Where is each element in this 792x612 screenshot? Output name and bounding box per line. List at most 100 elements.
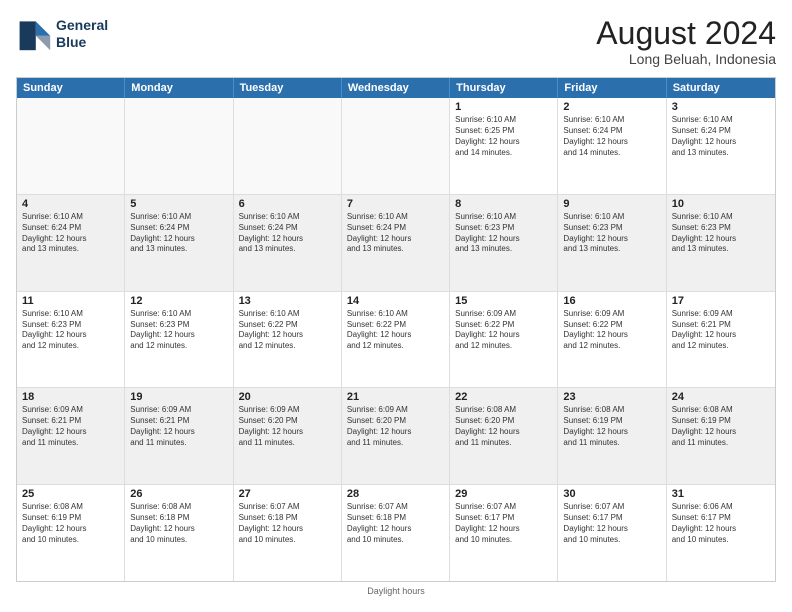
- day-number: 5: [130, 198, 227, 210]
- calendar-day-header: Monday: [125, 78, 233, 98]
- day-number: 20: [239, 391, 336, 403]
- day-number: 3: [672, 101, 770, 113]
- title-block: August 2024 Long Beluah, Indonesia: [596, 16, 776, 67]
- day-number: 22: [455, 391, 552, 403]
- calendar-week-row: 11Sunrise: 6:10 AM Sunset: 6:23 PM Dayli…: [17, 292, 775, 389]
- calendar-cell: 6 Sunrise: 6:10 AM Sunset: 6:24 PM Daylig…: [234, 195, 342, 291]
- day-number: 13: [239, 295, 336, 307]
- calendar-cell: 20 Sunrise: 6:09 AM Sunset: 6:20 PM Dayli…: [234, 388, 342, 484]
- calendar-cell: 14 Sunrise: 6:10 AM Sunset: 6:22 PM Dayli…: [342, 292, 450, 388]
- calendar-week-row: 4 Sunrise: 6:10 AM Sunset: 6:24 PM Daylig…: [17, 195, 775, 292]
- calendar-cell: 16 Sunrise: 6:09 AM Sunset: 6:22 PM Dayli…: [558, 292, 666, 388]
- calendar-day-header: Sunday: [17, 78, 125, 98]
- day-content: Sunrise: 6:10 AM Sunset: 6:24 PM Dayligh…: [563, 115, 660, 158]
- day-number: 16: [563, 295, 660, 307]
- day-number: 7: [347, 198, 444, 210]
- calendar-week-row: 1Sunrise: 6:10 AM Sunset: 6:25 PM Daylig…: [17, 98, 775, 195]
- day-number: 12: [130, 295, 227, 307]
- calendar-day-header: Friday: [558, 78, 666, 98]
- day-content: Sunrise: 6:08 AM Sunset: 6:19 PM Dayligh…: [22, 502, 119, 545]
- day-content: Sunrise: 6:08 AM Sunset: 6:18 PM Dayligh…: [130, 502, 227, 545]
- day-number: 19: [130, 391, 227, 403]
- day-content: Sunrise: 6:10 AM Sunset: 6:24 PM Dayligh…: [672, 115, 770, 158]
- day-number: 8: [455, 198, 552, 210]
- calendar-cell: 1Sunrise: 6:10 AM Sunset: 6:25 PM Daylig…: [450, 98, 558, 194]
- calendar-cell: [17, 98, 125, 194]
- calendar-day-header: Wednesday: [342, 78, 450, 98]
- day-content: Sunrise: 6:08 AM Sunset: 6:19 PM Dayligh…: [563, 405, 660, 448]
- day-content: Sunrise: 6:10 AM Sunset: 6:22 PM Dayligh…: [347, 309, 444, 352]
- calendar-cell: 27 Sunrise: 6:07 AM Sunset: 6:18 PM Dayli…: [234, 485, 342, 581]
- calendar-cell: 28Sunrise: 6:07 AM Sunset: 6:18 PM Dayli…: [342, 485, 450, 581]
- day-number: 29: [455, 488, 552, 500]
- day-content: Sunrise: 6:10 AM Sunset: 6:23 PM Dayligh…: [130, 309, 227, 352]
- day-number: 23: [563, 391, 660, 403]
- day-number: 10: [672, 198, 770, 210]
- main-title: August 2024: [596, 16, 776, 51]
- day-number: 26: [130, 488, 227, 500]
- calendar-cell: 21 Sunrise: 6:09 AM Sunset: 6:20 PM Dayli…: [342, 388, 450, 484]
- calendar: SundayMondayTuesdayWednesdayThursdayFrid…: [16, 77, 776, 582]
- calendar-cell: 26 Sunrise: 6:08 AM Sunset: 6:18 PM Dayli…: [125, 485, 233, 581]
- calendar-cell: 29 Sunrise: 6:07 AM Sunset: 6:17 PM Dayli…: [450, 485, 558, 581]
- day-content: Sunrise: 6:10 AM Sunset: 6:24 PM Dayligh…: [130, 212, 227, 255]
- day-content: Sunrise: 6:10 AM Sunset: 6:23 PM Dayligh…: [22, 309, 119, 352]
- calendar-cell: 22 Sunrise: 6:08 AM Sunset: 6:20 PM Dayli…: [450, 388, 558, 484]
- calendar-cell: 23 Sunrise: 6:08 AM Sunset: 6:19 PM Dayli…: [558, 388, 666, 484]
- page-header: General Blue August 2024 Long Beluah, In…: [16, 16, 776, 67]
- day-content: Sunrise: 6:10 AM Sunset: 6:24 PM Dayligh…: [22, 212, 119, 255]
- calendar-cell: 19 Sunrise: 6:09 AM Sunset: 6:21 PM Dayli…: [125, 388, 233, 484]
- day-number: 14: [347, 295, 444, 307]
- subtitle: Long Beluah, Indonesia: [596, 51, 776, 67]
- footer-note: Daylight hours: [16, 586, 776, 596]
- calendar-header: SundayMondayTuesdayWednesdayThursdayFrid…: [17, 78, 775, 98]
- calendar-day-header: Thursday: [450, 78, 558, 98]
- day-number: 24: [672, 391, 770, 403]
- day-content: Sunrise: 6:09 AM Sunset: 6:22 PM Dayligh…: [563, 309, 660, 352]
- calendar-cell: 12 Sunrise: 6:10 AM Sunset: 6:23 PM Dayli…: [125, 292, 233, 388]
- calendar-cell: 5 Sunrise: 6:10 AM Sunset: 6:24 PM Daylig…: [125, 195, 233, 291]
- day-number: 21: [347, 391, 444, 403]
- calendar-cell: 24 Sunrise: 6:08 AM Sunset: 6:19 PM Dayli…: [667, 388, 775, 484]
- logo-icon: [16, 16, 52, 52]
- day-number: 1: [455, 101, 552, 113]
- calendar-cell: 7Sunrise: 6:10 AM Sunset: 6:24 PM Daylig…: [342, 195, 450, 291]
- day-content: Sunrise: 6:09 AM Sunset: 6:20 PM Dayligh…: [239, 405, 336, 448]
- day-content: Sunrise: 6:10 AM Sunset: 6:24 PM Dayligh…: [239, 212, 336, 255]
- day-content: Sunrise: 6:07 AM Sunset: 6:17 PM Dayligh…: [563, 502, 660, 545]
- day-number: 18: [22, 391, 119, 403]
- day-number: 28: [347, 488, 444, 500]
- day-content: Sunrise: 6:09 AM Sunset: 6:22 PM Dayligh…: [455, 309, 552, 352]
- calendar-cell: 9Sunrise: 6:10 AM Sunset: 6:23 PM Daylig…: [558, 195, 666, 291]
- day-number: 2: [563, 101, 660, 113]
- logo-text: General Blue: [56, 17, 108, 51]
- day-content: Sunrise: 6:10 AM Sunset: 6:23 PM Dayligh…: [672, 212, 770, 255]
- day-content: Sunrise: 6:09 AM Sunset: 6:20 PM Dayligh…: [347, 405, 444, 448]
- day-number: 30: [563, 488, 660, 500]
- day-content: Sunrise: 6:08 AM Sunset: 6:20 PM Dayligh…: [455, 405, 552, 448]
- day-number: 15: [455, 295, 552, 307]
- calendar-cell: 10 Sunrise: 6:10 AM Sunset: 6:23 PM Dayli…: [667, 195, 775, 291]
- calendar-cell: 2 Sunrise: 6:10 AM Sunset: 6:24 PM Daylig…: [558, 98, 666, 194]
- day-content: Sunrise: 6:06 AM Sunset: 6:17 PM Dayligh…: [672, 502, 770, 545]
- calendar-cell: [342, 98, 450, 194]
- calendar-cell: 15 Sunrise: 6:09 AM Sunset: 6:22 PM Dayli…: [450, 292, 558, 388]
- calendar-cell: 17Sunrise: 6:09 AM Sunset: 6:21 PM Dayli…: [667, 292, 775, 388]
- day-content: Sunrise: 6:09 AM Sunset: 6:21 PM Dayligh…: [130, 405, 227, 448]
- calendar-day-header: Saturday: [667, 78, 775, 98]
- day-number: 4: [22, 198, 119, 210]
- day-content: Sunrise: 6:10 AM Sunset: 6:22 PM Dayligh…: [239, 309, 336, 352]
- day-content: Sunrise: 6:10 AM Sunset: 6:23 PM Dayligh…: [563, 212, 660, 255]
- calendar-cell: 11Sunrise: 6:10 AM Sunset: 6:23 PM Dayli…: [17, 292, 125, 388]
- day-number: 6: [239, 198, 336, 210]
- calendar-week-row: 18 Sunrise: 6:09 AM Sunset: 6:21 PM Dayli…: [17, 388, 775, 485]
- day-content: Sunrise: 6:07 AM Sunset: 6:17 PM Dayligh…: [455, 502, 552, 545]
- logo: General Blue: [16, 16, 108, 52]
- calendar-cell: 3 Sunrise: 6:10 AM Sunset: 6:24 PM Daylig…: [667, 98, 775, 194]
- calendar-cell: 30 Sunrise: 6:07 AM Sunset: 6:17 PM Dayli…: [558, 485, 666, 581]
- calendar-cell: 4 Sunrise: 6:10 AM Sunset: 6:24 PM Daylig…: [17, 195, 125, 291]
- day-content: Sunrise: 6:07 AM Sunset: 6:18 PM Dayligh…: [239, 502, 336, 545]
- day-content: Sunrise: 6:08 AM Sunset: 6:19 PM Dayligh…: [672, 405, 770, 448]
- day-number: 27: [239, 488, 336, 500]
- day-number: 25: [22, 488, 119, 500]
